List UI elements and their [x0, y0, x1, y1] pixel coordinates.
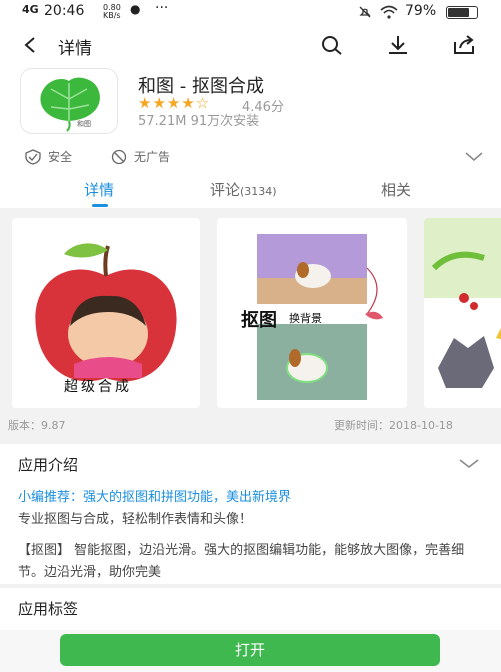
search-icon[interactable]	[320, 34, 344, 56]
network-indicator: 4G	[22, 3, 39, 16]
more-icon: ···	[155, 0, 169, 16]
app-info: 和图 和图 - 抠图合成 ★★★★☆ 4.46分 57.21M 91万次安装	[0, 66, 501, 142]
version-label: 版本：9.87	[8, 419, 66, 432]
no-ads-badge: 无广告	[134, 150, 171, 164]
back-icon[interactable]	[22, 36, 38, 54]
bottom-bar: 打开	[0, 630, 501, 672]
screenshot-2-subtitle: 换背景	[289, 312, 322, 325]
tab-details[interactable]: 详情	[84, 179, 114, 200]
status-bar: 4G 20:46 0.80 KB/s ● ··· 79%	[0, 0, 501, 24]
app-size-installs: 57.21M 91万次安装	[138, 114, 260, 129]
safe-badge: 安全	[48, 150, 73, 164]
tab-related[interactable]: 相关	[381, 179, 411, 200]
location-icon: ●	[130, 2, 141, 16]
share-icon[interactable]	[452, 34, 476, 56]
update-time: 更新时间：2018-10-18	[334, 419, 453, 432]
battery-icon	[446, 6, 478, 19]
version-row: 版本：9.87 更新时间：2018-10-18	[0, 413, 501, 437]
network-speed: 0.80 KB/s	[103, 3, 121, 20]
intro-line-2: 【抠图】 智能抠图，边沿光滑。强大的抠图编辑功能，能够放大图像，完善细节。边沿光…	[18, 543, 465, 580]
intro-heading: 应用介绍	[18, 456, 79, 474]
tab-bar: 详情 评论(3134) 相关	[0, 172, 501, 208]
chevron-down-icon[interactable]	[464, 151, 484, 163]
screenshot-gallery[interactable]: 超级合成 抠图 换背景	[0, 208, 501, 413]
intro-line-1: 专业抠图与合成，轻松制作表情和头像！	[18, 512, 253, 527]
open-button[interactable]: 打开	[60, 634, 440, 666]
top-bar: 详情	[0, 24, 501, 66]
badge-row: 安全 无广告	[0, 142, 501, 172]
clock: 20:46	[44, 3, 85, 19]
screenshot-2[interactable]: 抠图 换背景	[217, 218, 407, 408]
no-ads-icon	[111, 149, 127, 165]
comment-count: (3134)	[240, 185, 277, 198]
download-icon[interactable]	[386, 34, 410, 56]
app-tags-section: 应用标签	[0, 588, 501, 630]
battery-percent: 79%	[405, 3, 437, 19]
wifi-icon	[380, 5, 398, 19]
tab-comments[interactable]: 评论(3134)	[210, 179, 277, 200]
editor-recommendation: 小编推荐：强大的抠图和拼图功能，美出新境界	[18, 490, 292, 505]
screenshot-1[interactable]: 超级合成	[12, 218, 200, 408]
screenshot-1-caption: 超级合成	[64, 379, 132, 395]
screenshot-2-title: 抠图	[241, 310, 277, 331]
shield-check-icon	[25, 149, 41, 165]
mute-icon	[359, 6, 371, 18]
app-intro-section: 应用介绍 小编推荐：强大的抠图和拼图功能，美出新境界 专业抠图与合成，轻松制作表…	[0, 444, 501, 584]
tags-heading: 应用标签	[18, 600, 79, 618]
chevron-down-icon[interactable]	[458, 458, 480, 470]
screenshot-3[interactable]	[424, 218, 501, 408]
page-title: 详情	[58, 39, 92, 59]
app-icon: 和图	[20, 68, 118, 134]
tab-active-indicator	[92, 204, 108, 207]
